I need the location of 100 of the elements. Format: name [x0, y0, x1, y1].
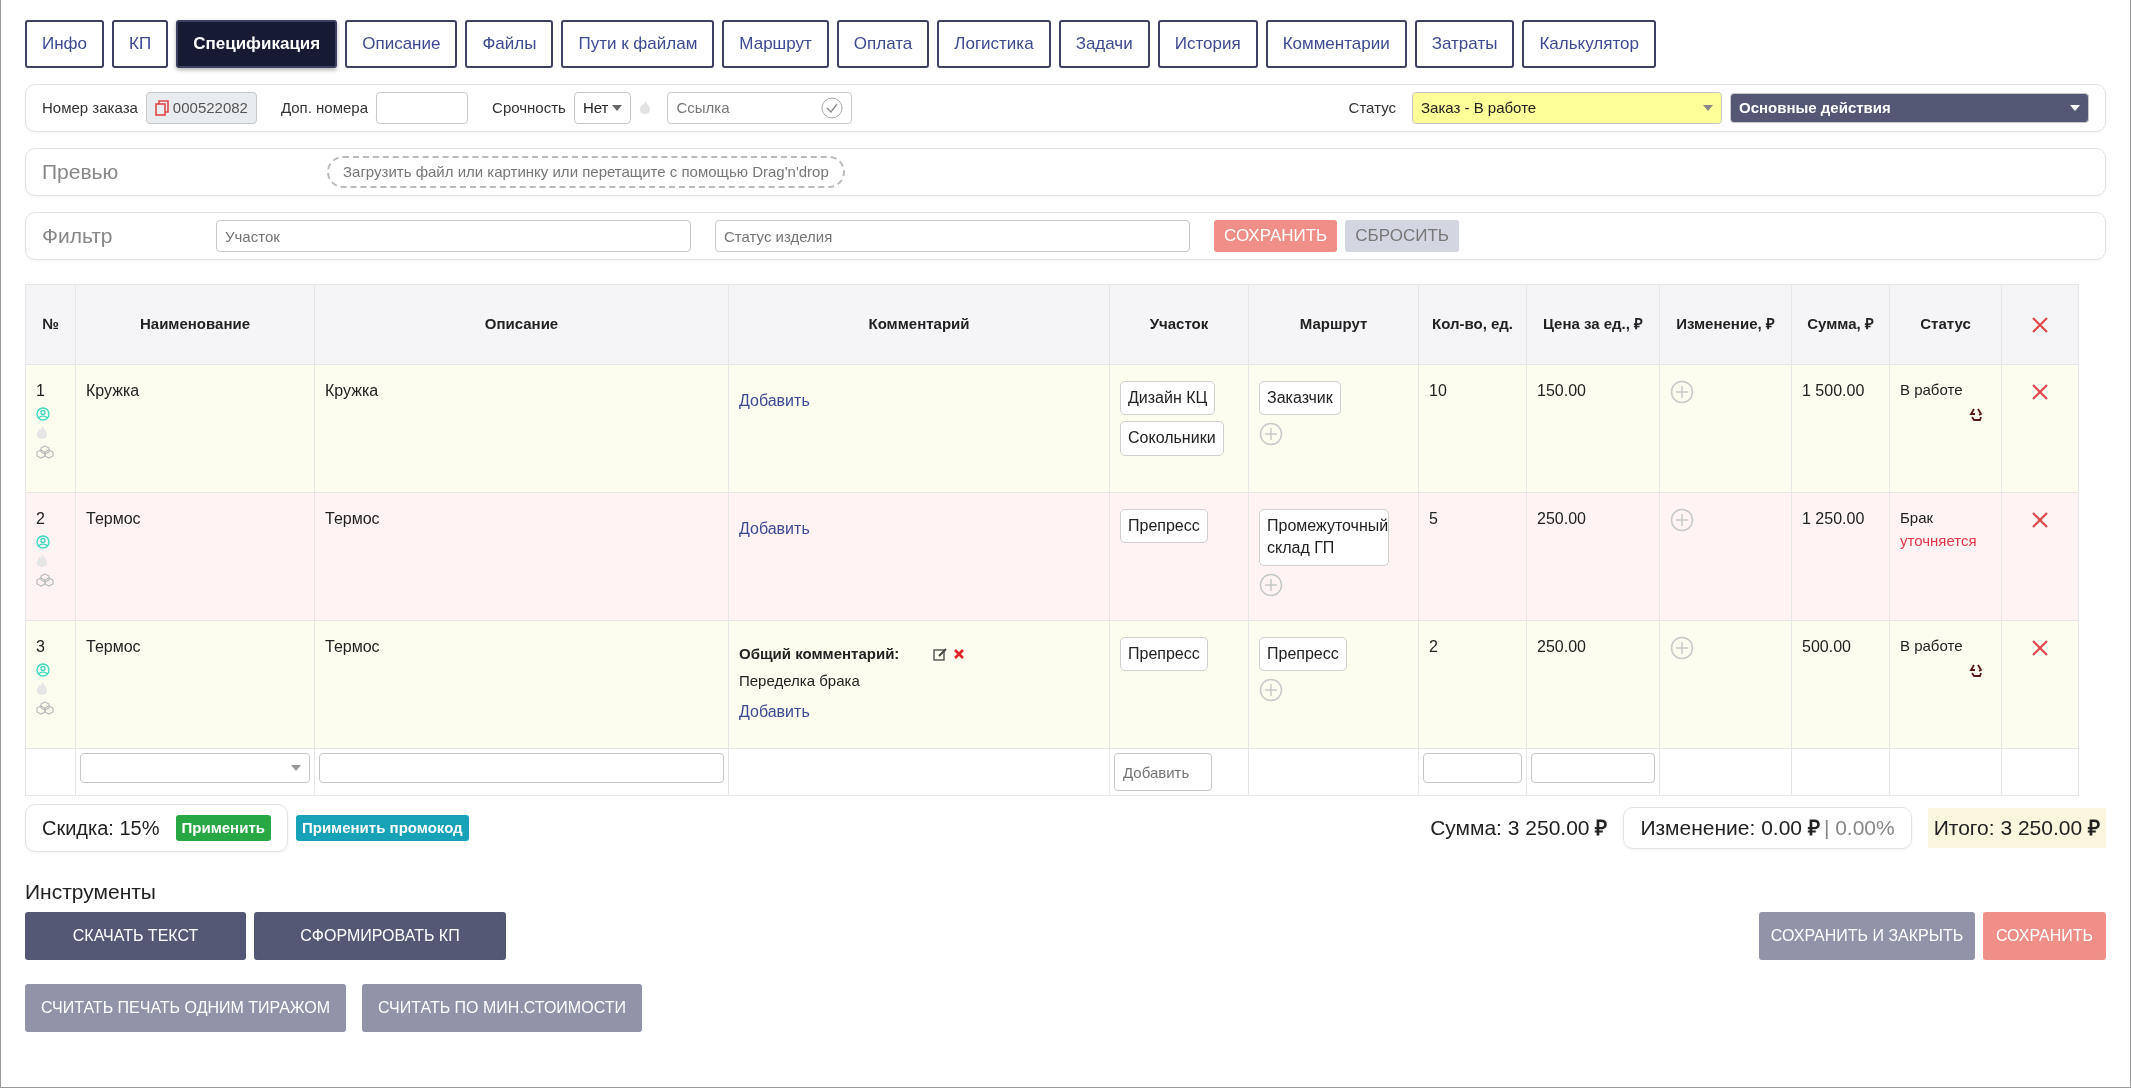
action-button[interactable]: СКАЧАТЬ ТЕКСТ — [25, 911, 246, 960]
boxes-icon[interactable] — [36, 445, 54, 459]
tab[interactable]: Инфо — [25, 20, 105, 68]
discount-text: Скидка: 15% — [42, 816, 160, 841]
table-cell: 1 500.00 — [1791, 364, 1890, 493]
table-cell: 150.00 — [1526, 364, 1660, 493]
tab[interactable]: Описание — [345, 20, 458, 68]
column-header: Сумма, ₽ — [1791, 284, 1890, 365]
order-number-field[interactable]: 000522082 — [145, 92, 257, 124]
check-icon[interactable] — [821, 97, 844, 119]
person-icon[interactable] — [36, 407, 50, 421]
input-field[interactable] — [319, 753, 724, 783]
close-icon[interactable] — [2031, 510, 2049, 529]
plus-icon[interactable] — [1670, 379, 1694, 404]
plus-icon[interactable] — [1670, 635, 1694, 660]
table-cell: Термос — [75, 492, 315, 621]
tab[interactable]: Спецификация — [176, 20, 338, 68]
input-field[interactable] — [1423, 753, 1522, 783]
close-icon[interactable] — [2031, 382, 2049, 401]
field-label: Статус — [1348, 97, 1396, 118]
input-field[interactable] — [1531, 753, 1655, 783]
route-tag[interactable]: Промежуточный склад ГП — [1259, 509, 1389, 566]
column-header: Маршрут — [1248, 284, 1419, 365]
tab[interactable]: КП — [112, 20, 169, 68]
input-field[interactable]: Добавить — [1114, 753, 1212, 791]
tab[interactable]: Комментарии — [1265, 20, 1407, 68]
urgency-select[interactable]: Нет — [573, 92, 632, 124]
tab[interactable]: Маршрут — [722, 20, 829, 68]
area-tag[interactable]: Препресс — [1120, 509, 1208, 544]
link-field[interactable]: Ссылка — [667, 92, 853, 124]
tab[interactable]: Файлы — [465, 20, 554, 68]
table-cell: 500.00 — [1791, 620, 1890, 749]
comment-label: Общий комментарий: — [739, 644, 900, 664]
close-icon[interactable] — [2031, 638, 2049, 657]
select-field[interactable] — [80, 753, 310, 783]
tab[interactable]: Логистика — [937, 20, 1051, 68]
column-header: Описание — [314, 284, 729, 365]
copy-icon[interactable] — [154, 100, 169, 116]
plus-icon[interactable] — [1259, 422, 1283, 447]
status-note: уточняется — [1900, 530, 1978, 551]
tab[interactable]: Затраты — [1414, 20, 1515, 68]
table-cell: 1 250.00 — [1791, 492, 1890, 621]
column-header: Наименование — [75, 284, 315, 365]
upload-dropzone[interactable]: Загрузить файл или картинку или перетащите с помощью Drag'n'drop — [327, 155, 845, 189]
caret-icon — [1703, 105, 1713, 111]
section-heading: Инструменты — [25, 879, 157, 905]
table-cell: 250.00 — [1526, 492, 1660, 621]
plus-icon[interactable] — [1259, 572, 1283, 597]
table-cell: Термос — [314, 620, 729, 749]
recycle-icon — [1969, 662, 1983, 677]
add-comment-link[interactable]: Добавить — [739, 703, 810, 720]
column-header: Изменение, ₽ — [1659, 284, 1792, 365]
section-title: Фильтр — [42, 223, 114, 250]
edit-icon[interactable] — [933, 647, 948, 662]
area-tag[interactable]: Препресс — [1120, 637, 1208, 672]
plus-icon[interactable] — [1259, 678, 1283, 703]
grand-total: Итого: 3 250.00 ₽ — [1927, 808, 2106, 848]
status-select[interactable]: Заказ - В работе — [1412, 92, 1722, 124]
field-label: Срочность — [492, 97, 566, 118]
add-comment-link[interactable]: Добавить — [739, 520, 810, 537]
row-number: 1 — [36, 381, 45, 401]
tab[interactable]: Пути к файлам — [561, 20, 715, 68]
action-button[interactable]: СФОРМИРОВАТЬ КП — [254, 911, 506, 960]
route-tag[interactable]: Препресс — [1259, 637, 1347, 672]
table-cell: 2 — [1418, 620, 1527, 749]
column-header: Цена за ед., ₽ — [1526, 284, 1660, 365]
table-cell: 10 — [1418, 364, 1527, 493]
input-field[interactable]: Участок — [216, 220, 691, 252]
route-tag[interactable]: Заказчик — [1259, 381, 1341, 416]
add-comment-link[interactable]: Добавить — [739, 392, 810, 409]
area-tag[interactable]: Дизайн КЦ — [1120, 381, 1216, 416]
section-title: Превью — [42, 159, 120, 186]
area-tag[interactable]: Сокольники — [1120, 421, 1224, 456]
plus-icon[interactable] — [1670, 507, 1694, 532]
delete-icon[interactable] — [953, 648, 966, 661]
row-number: 3 — [36, 637, 45, 657]
table-cell: Термос — [314, 492, 729, 621]
column-header: Статус — [1889, 284, 2002, 365]
recycle-icon — [1969, 406, 1983, 421]
caret-icon — [612, 105, 623, 111]
tab[interactable]: Калькулятор — [1522, 20, 1656, 68]
table-cell: Термос — [75, 620, 315, 749]
input-field[interactable]: Статус изделия — [715, 220, 1190, 252]
column-header: Участок — [1109, 284, 1249, 365]
tab[interactable]: Задачи — [1058, 20, 1150, 68]
input-field[interactable] — [376, 92, 469, 124]
person-icon[interactable] — [36, 663, 50, 677]
person-icon[interactable] — [36, 535, 50, 549]
boxes-icon[interactable] — [36, 701, 54, 715]
actions-dropdown[interactable]: Основные действия — [1730, 93, 2089, 123]
row-number: 2 — [36, 509, 45, 529]
table-cell: Кружка — [75, 364, 315, 493]
table-cell: 5 — [1418, 492, 1527, 621]
close-icon[interactable] — [2031, 316, 2049, 335]
boxes-icon[interactable] — [36, 573, 54, 587]
column-header: Комментарий — [728, 284, 1110, 365]
tab[interactable]: История — [1157, 20, 1258, 68]
change-total: Изменение: 0.00 ₽ — [1640, 815, 1820, 842]
status-text: В работе — [1900, 380, 1964, 400]
tab[interactable]: Оплата — [836, 20, 930, 68]
